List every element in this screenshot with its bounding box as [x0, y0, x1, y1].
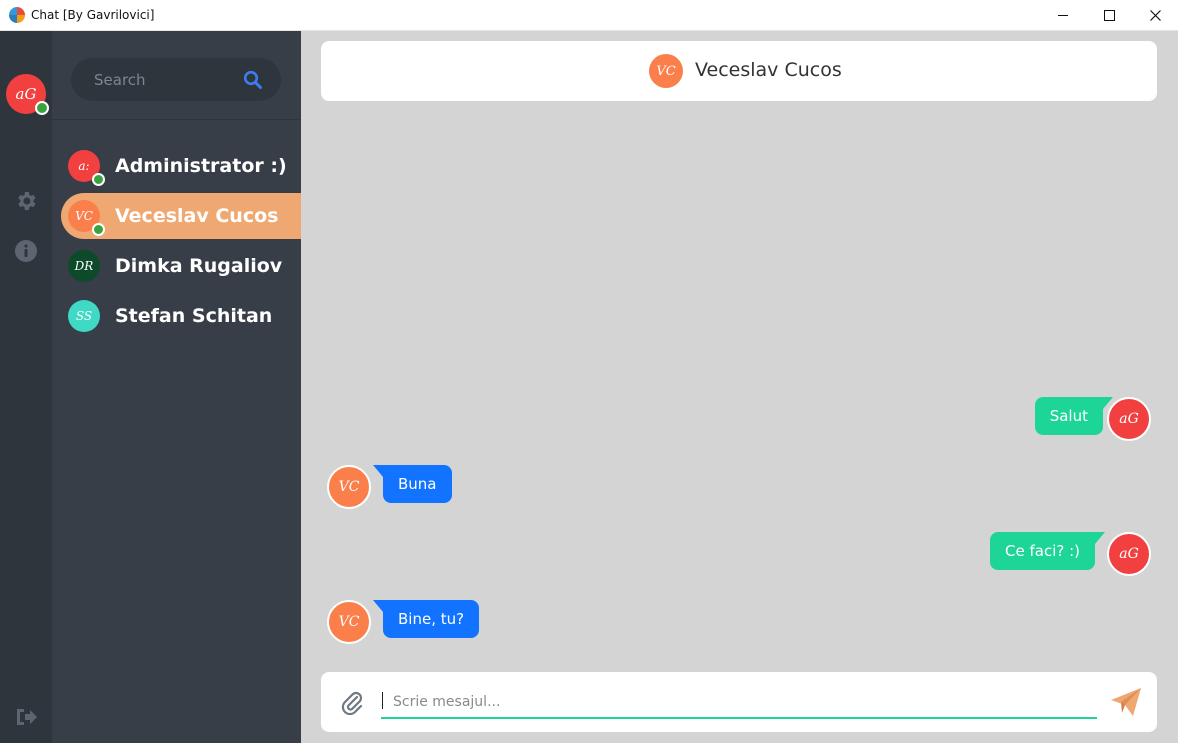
contact-name: Stefan Schitan — [115, 305, 273, 327]
send-icon[interactable] — [1109, 686, 1143, 718]
logout-icon[interactable] — [14, 705, 38, 729]
contact-avatar: SS — [68, 300, 100, 332]
close-icon — [1149, 10, 1161, 21]
contact-avatar: VC — [68, 200, 105, 236]
contact-initials: DR — [74, 259, 94, 273]
gear-icon[interactable] — [14, 189, 38, 213]
message-avatar: VC — [327, 465, 371, 509]
search-box — [71, 58, 281, 101]
chat-partner-name: Veceslav Cucos — [695, 59, 842, 81]
contact-item-dimka-rugaliov[interactable]: DR Dimka Rugaliov — [61, 243, 301, 289]
search-input[interactable] — [71, 58, 231, 101]
contact-name: Dimka Rugaliov — [115, 255, 283, 277]
message-bubble-incoming: Buna — [373, 465, 452, 503]
nav-rail: aG — [0, 31, 52, 743]
user-avatar-initials: aG — [15, 85, 37, 103]
close-button[interactable] — [1132, 0, 1178, 31]
search-icon[interactable] — [243, 70, 263, 90]
message-avatar: VC — [327, 600, 371, 644]
contact-initials: a: — [78, 159, 90, 173]
message-input[interactable] — [381, 686, 1097, 719]
contacts-sidebar: a: Administrator :) VC Veceslav Cucos DR… — [52, 31, 301, 743]
minimize-icon — [1058, 15, 1068, 16]
chat-header: VC Veceslav Cucos — [321, 41, 1157, 101]
text-caret — [382, 692, 383, 709]
chat-partner-avatar: VC — [649, 54, 683, 88]
contact-item-veceslav-cucos[interactable]: VC Veceslav Cucos — [61, 193, 301, 239]
contact-initials: VC — [75, 209, 93, 223]
online-status-dot — [35, 101, 49, 115]
contact-name: Veceslav Cucos — [115, 205, 279, 227]
info-icon[interactable] — [14, 239, 38, 263]
user-avatar[interactable]: aG — [6, 74, 49, 115]
message-composer — [321, 672, 1157, 732]
contact-avatar: DR — [68, 250, 100, 282]
contact-item-stefan-schitan[interactable]: SS Stefan Schitan — [61, 293, 301, 339]
sidebar-divider — [52, 119, 301, 120]
contact-item-administrator[interactable]: a: Administrator :) — [61, 143, 301, 189]
online-status-dot — [92, 173, 105, 186]
maximize-icon — [1103, 10, 1115, 21]
app-icon — [9, 7, 25, 23]
paperclip-icon[interactable] — [339, 689, 365, 715]
window-title: Chat [By Gavrilovici] — [31, 8, 155, 22]
contact-name: Administrator :) — [115, 155, 287, 177]
message-bubble-incoming: Bine, tu? — [372, 600, 480, 638]
message-avatar: aG — [1107, 532, 1151, 576]
title-bar: Chat [By Gavrilovici] — [0, 0, 1178, 31]
online-status-dot — [92, 223, 105, 236]
maximize-button[interactable] — [1086, 0, 1132, 31]
minimize-button[interactable] — [1040, 0, 1086, 31]
contact-avatar: a: — [68, 150, 105, 186]
message-bubble-outgoing: Ce faci? :) — [990, 532, 1105, 570]
message-bubble-outgoing: Salut — [1034, 397, 1114, 435]
contact-initials: SS — [75, 309, 93, 323]
message-avatar: aG — [1107, 397, 1151, 441]
